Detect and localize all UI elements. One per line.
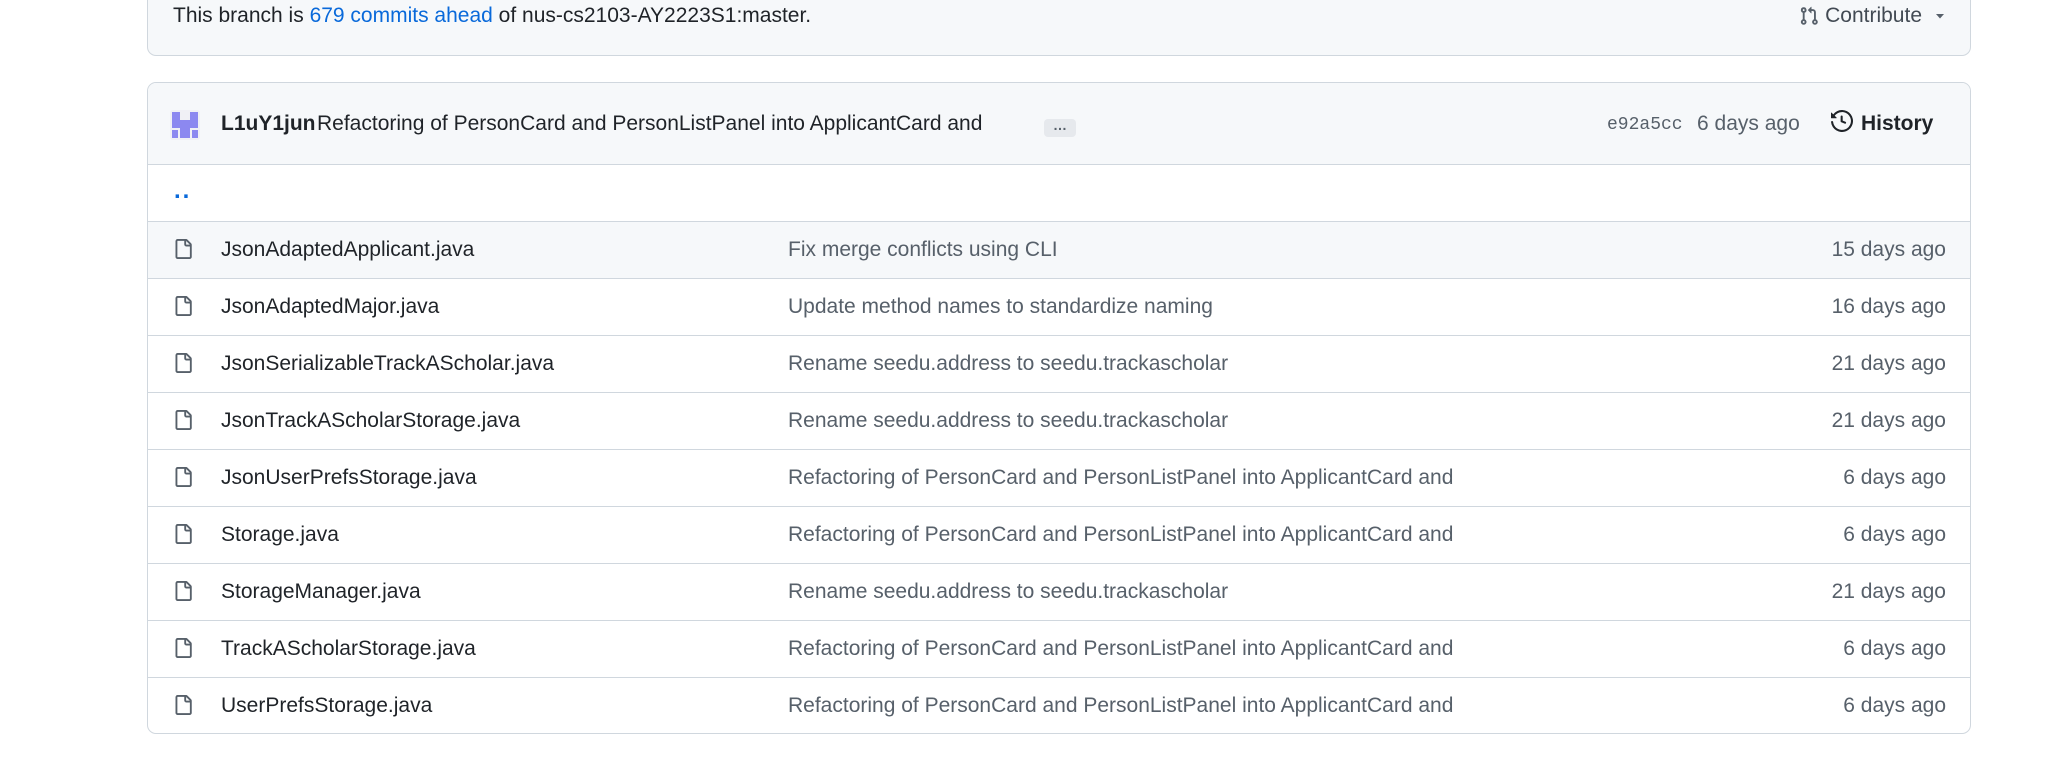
- file-icon: [173, 693, 193, 717]
- file-commit-message-link[interactable]: Fix merge conflicts using CLI: [788, 238, 1058, 262]
- file-icon: [173, 408, 193, 432]
- file-name-link[interactable]: StorageManager.java: [221, 580, 421, 604]
- file-row[interactable]: StorageManager.java Rename seedu.address …: [148, 564, 1970, 621]
- contribute-label: Contribute: [1825, 4, 1922, 27]
- file-commit-message-link[interactable]: Rename seedu.address to seedu.trackascho…: [788, 352, 1228, 376]
- file-commit-date: 6 days ago: [1843, 466, 1946, 489]
- file-browser: L1uY1jun Refactoring of PersonCard and P…: [147, 82, 1971, 734]
- branch-status-bar: This branch is 679 commits ahead of nus-…: [147, 0, 1971, 56]
- file-icon: [173, 465, 193, 489]
- commit-message-link[interactable]: Refactoring of PersonCard and PersonList…: [317, 112, 982, 136]
- file-commit-date: 21 days ago: [1831, 580, 1946, 603]
- branch-suffix: of nus-cs2103-AY2223S1:master.: [492, 4, 812, 27]
- file-row[interactable]: JsonSerializableTrackAScholar.java Rename…: [148, 336, 1970, 393]
- file-row[interactable]: TrackAScholarStorage.java Refactoring of …: [148, 621, 1970, 678]
- parent-directory-row[interactable]: ..: [148, 165, 1970, 222]
- file-row[interactable]: JsonAdaptedMajor.java Update method names…: [148, 279, 1970, 336]
- file-icon: [173, 522, 193, 546]
- commit-sha-link[interactable]: e92a5cc: [1607, 115, 1683, 135]
- expand-commit-message-button[interactable]: …: [1044, 118, 1076, 137]
- git-pull-request-icon: [1799, 6, 1819, 26]
- file-commit-message-link[interactable]: Rename seedu.address to seedu.trackascho…: [788, 409, 1228, 433]
- file-name-link[interactable]: Storage.java: [221, 523, 339, 547]
- file-name-link[interactable]: JsonUserPrefsStorage.java: [221, 466, 477, 490]
- history-clock-icon: [1831, 109, 1854, 138]
- branch-prefix: This branch is: [173, 4, 310, 27]
- file-commit-message-link[interactable]: Rename seedu.address to seedu.trackascho…: [788, 580, 1228, 604]
- file-name-link[interactable]: JsonSerializableTrackAScholar.java: [221, 352, 554, 376]
- file-icon: [173, 237, 193, 261]
- avatar[interactable]: [170, 110, 200, 140]
- parent-directory-link[interactable]: ..: [174, 177, 191, 205]
- file-icon: [173, 294, 193, 318]
- latest-commit-bar: L1uY1jun Refactoring of PersonCard and P…: [148, 83, 1970, 165]
- commit-date: 6 days ago: [1697, 112, 1800, 135]
- file-commit-message-link[interactable]: Refactoring of PersonCard and PersonList…: [788, 637, 1453, 661]
- file-name-link[interactable]: JsonAdaptedApplicant.java: [221, 238, 474, 262]
- file-name-link[interactable]: TrackAScholarStorage.java: [221, 637, 476, 661]
- file-commit-message-link[interactable]: Refactoring of PersonCard and PersonList…: [788, 466, 1453, 490]
- file-commit-message-link[interactable]: Update method names to standardize namin…: [788, 295, 1213, 319]
- file-name-link[interactable]: JsonAdaptedMajor.java: [221, 295, 439, 319]
- history-button[interactable]: History: [1831, 109, 1934, 138]
- file-commit-date: 21 days ago: [1831, 409, 1946, 432]
- file-commit-date: 21 days ago: [1831, 352, 1946, 375]
- file-name-link[interactable]: JsonTrackAScholarStorage.java: [221, 409, 520, 433]
- file-commit-date: 6 days ago: [1843, 637, 1946, 660]
- commits-ahead-link[interactable]: 679 commits ahead: [310, 4, 493, 27]
- file-row[interactable]: UserPrefsStorage.java Refactoring of Pers…: [148, 678, 1970, 733]
- commit-author-link[interactable]: L1uY1jun: [221, 112, 316, 136]
- file-commit-message-link[interactable]: Refactoring of PersonCard and PersonList…: [788, 523, 1453, 547]
- branch-status-text: This branch is 679 commits ahead of nus-…: [173, 4, 811, 28]
- file-icon: [173, 636, 193, 660]
- caret-down-icon: [1934, 10, 1946, 22]
- file-commit-date: 6 days ago: [1843, 694, 1946, 717]
- file-icon: [173, 351, 193, 375]
- file-name-link[interactable]: UserPrefsStorage.java: [221, 694, 432, 718]
- file-commit-date: 15 days ago: [1831, 238, 1946, 261]
- history-label: History: [1861, 112, 1934, 135]
- file-row[interactable]: JsonAdaptedApplicant.java Fix merge confl…: [148, 222, 1970, 279]
- file-row[interactable]: JsonTrackAScholarStorage.java Rename seed…: [148, 393, 1970, 450]
- file-commit-date: 16 days ago: [1831, 295, 1946, 318]
- contribute-button[interactable]: Contribute: [1799, 4, 1946, 28]
- file-commit-message-link[interactable]: Refactoring of PersonCard and PersonList…: [788, 694, 1453, 718]
- file-row[interactable]: Storage.java Refactoring of PersonCard an…: [148, 507, 1970, 564]
- file-row[interactable]: JsonUserPrefsStorage.java Refactoring of …: [148, 450, 1970, 507]
- file-commit-date: 6 days ago: [1843, 523, 1946, 546]
- file-icon: [173, 579, 193, 603]
